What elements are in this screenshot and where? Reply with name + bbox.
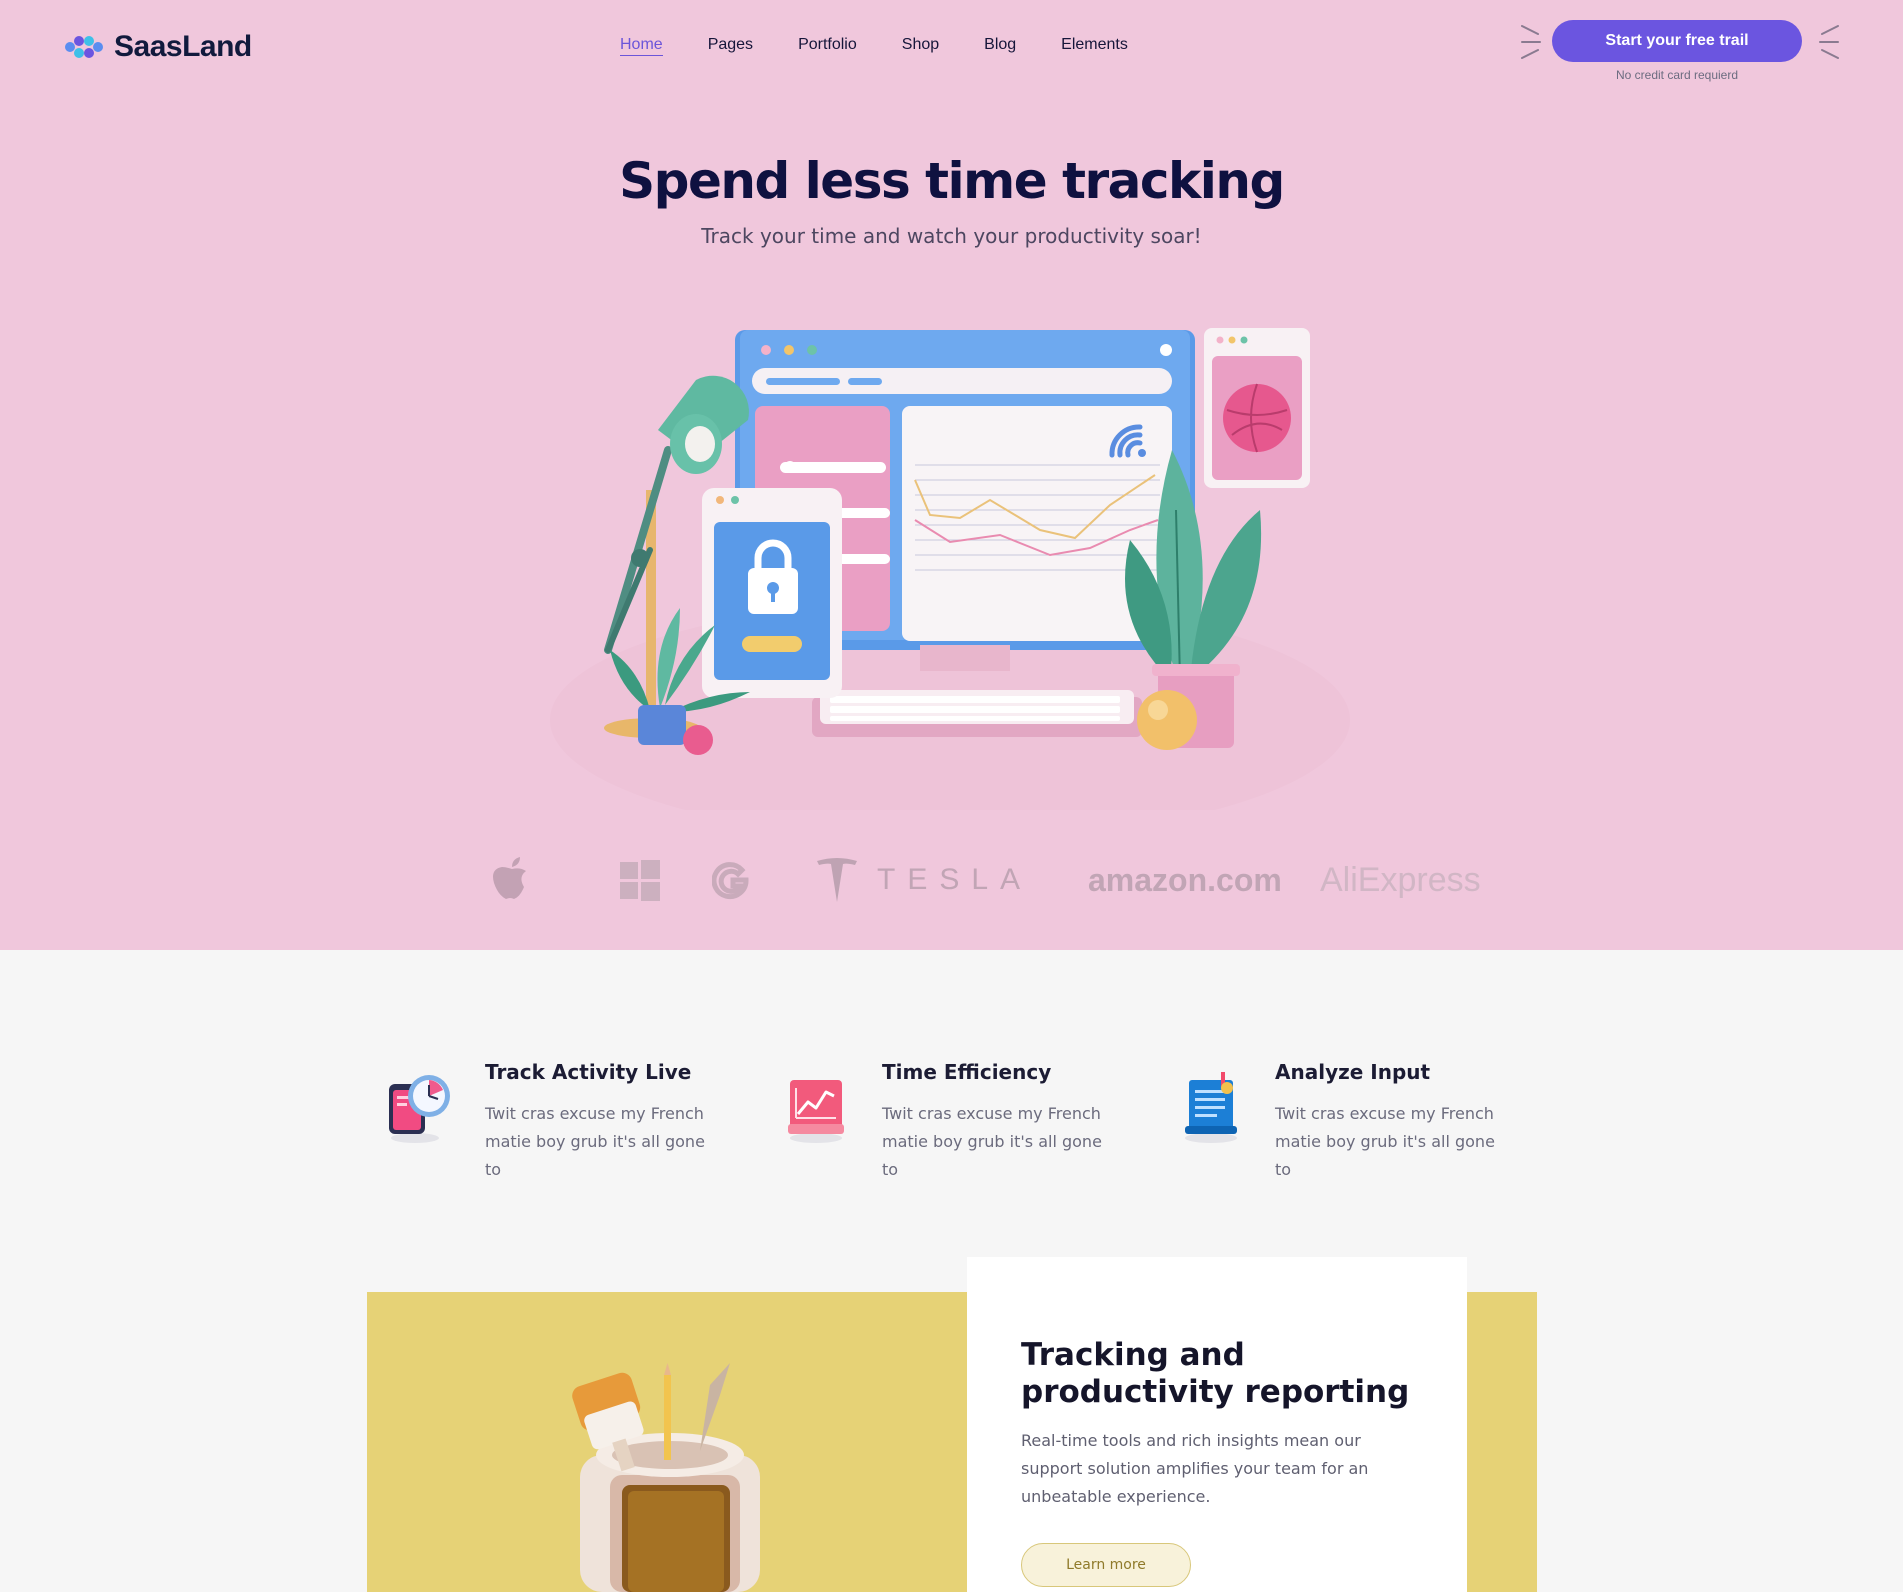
hero-title: Spend less time tracking [619, 152, 1285, 210]
logo-icon [65, 36, 103, 58]
keyboard-illustration [812, 690, 1142, 737]
logo-text: SaasLand [114, 30, 252, 63]
hero-subtitle: Track your time and watch your productiv… [701, 224, 1202, 248]
hero-section: SaasLand Home Pages Portfolio Shop Blog … [0, 0, 1903, 950]
nav-pages[interactable]: Pages [708, 36, 753, 56]
apple-logo-icon [490, 850, 534, 910]
nav-shop[interactable]: Shop [902, 36, 939, 56]
cta-note: No credit card requierd [1615, 68, 1739, 82]
reporting-desc: Real-time tools and rich insights mean o… [1021, 1431, 1369, 1506]
reporting-card: Tracking and productivity reporting Real… [967, 1257, 1467, 1592]
amazon-logo: amazon.com [1088, 850, 1282, 910]
feature-desc: Twit cras excuse my French matie boy gru… [882, 1104, 1102, 1179]
windows-logo-icon [618, 850, 662, 910]
aliexpress-wordmark: AliExpress [1320, 860, 1481, 899]
burst-right-icon [1819, 25, 1839, 59]
cta-group: Start your free trail No credit card req… [1520, 20, 1840, 84]
feature-time-efficiency: Time Efficiency Twit cras excuse my Fren… [782, 1060, 1112, 1179]
clock-phone-icon [389, 1075, 450, 1143]
document-icon [1185, 1072, 1237, 1143]
feature-desc: Twit cras excuse my French matie boy gru… [1275, 1104, 1495, 1179]
tesla-wordmark: TESLA [877, 863, 1033, 896]
feature-analyze-input: Analyze Input Twit cras excuse my French… [1175, 1060, 1505, 1179]
logo[interactable]: SaasLand [64, 30, 252, 64]
aliexpress-logo: AliExpress [1320, 850, 1481, 910]
pencil-jar-illustration [572, 1363, 760, 1592]
nav-home[interactable]: Home [620, 36, 663, 56]
burst-left-icon [1521, 25, 1541, 59]
nav-elements[interactable]: Elements [1061, 36, 1128, 56]
nav-portfolio[interactable]: Portfolio [798, 36, 857, 56]
amazon-wordmark: amazon.com [1088, 861, 1282, 898]
start-free-trial-button[interactable]: Start your free trail [1552, 20, 1802, 62]
tesla-logo: TESLA [815, 850, 1032, 910]
feature-desc: Twit cras excuse my French matie boy gru… [485, 1104, 705, 1179]
feature-title: Track Activity Live [485, 1060, 692, 1084]
feature-title: Time Efficiency [882, 1060, 1052, 1084]
hero-illustration [550, 328, 1350, 810]
reporting-title: Tracking and productivity reporting [1021, 1337, 1410, 1410]
lock-phone-illustration [702, 488, 842, 698]
main-nav: Home Pages Portfolio Shop Blog Elements [620, 36, 1128, 56]
tesla-logo-icon [817, 858, 857, 902]
chart-board-icon [788, 1080, 844, 1143]
brand-logos: TESLA amazon.com AliExpress [470, 850, 1520, 920]
google-logo-icon [712, 850, 752, 910]
ball-card-illustration [1204, 328, 1310, 488]
feature-track-activity: Track Activity Live Twit cras excuse my … [385, 1060, 715, 1179]
feature-title: Analyze Input [1275, 1060, 1431, 1084]
learn-more-button[interactable]: Learn more [1021, 1543, 1191, 1587]
nav-blog[interactable]: Blog [984, 36, 1016, 56]
